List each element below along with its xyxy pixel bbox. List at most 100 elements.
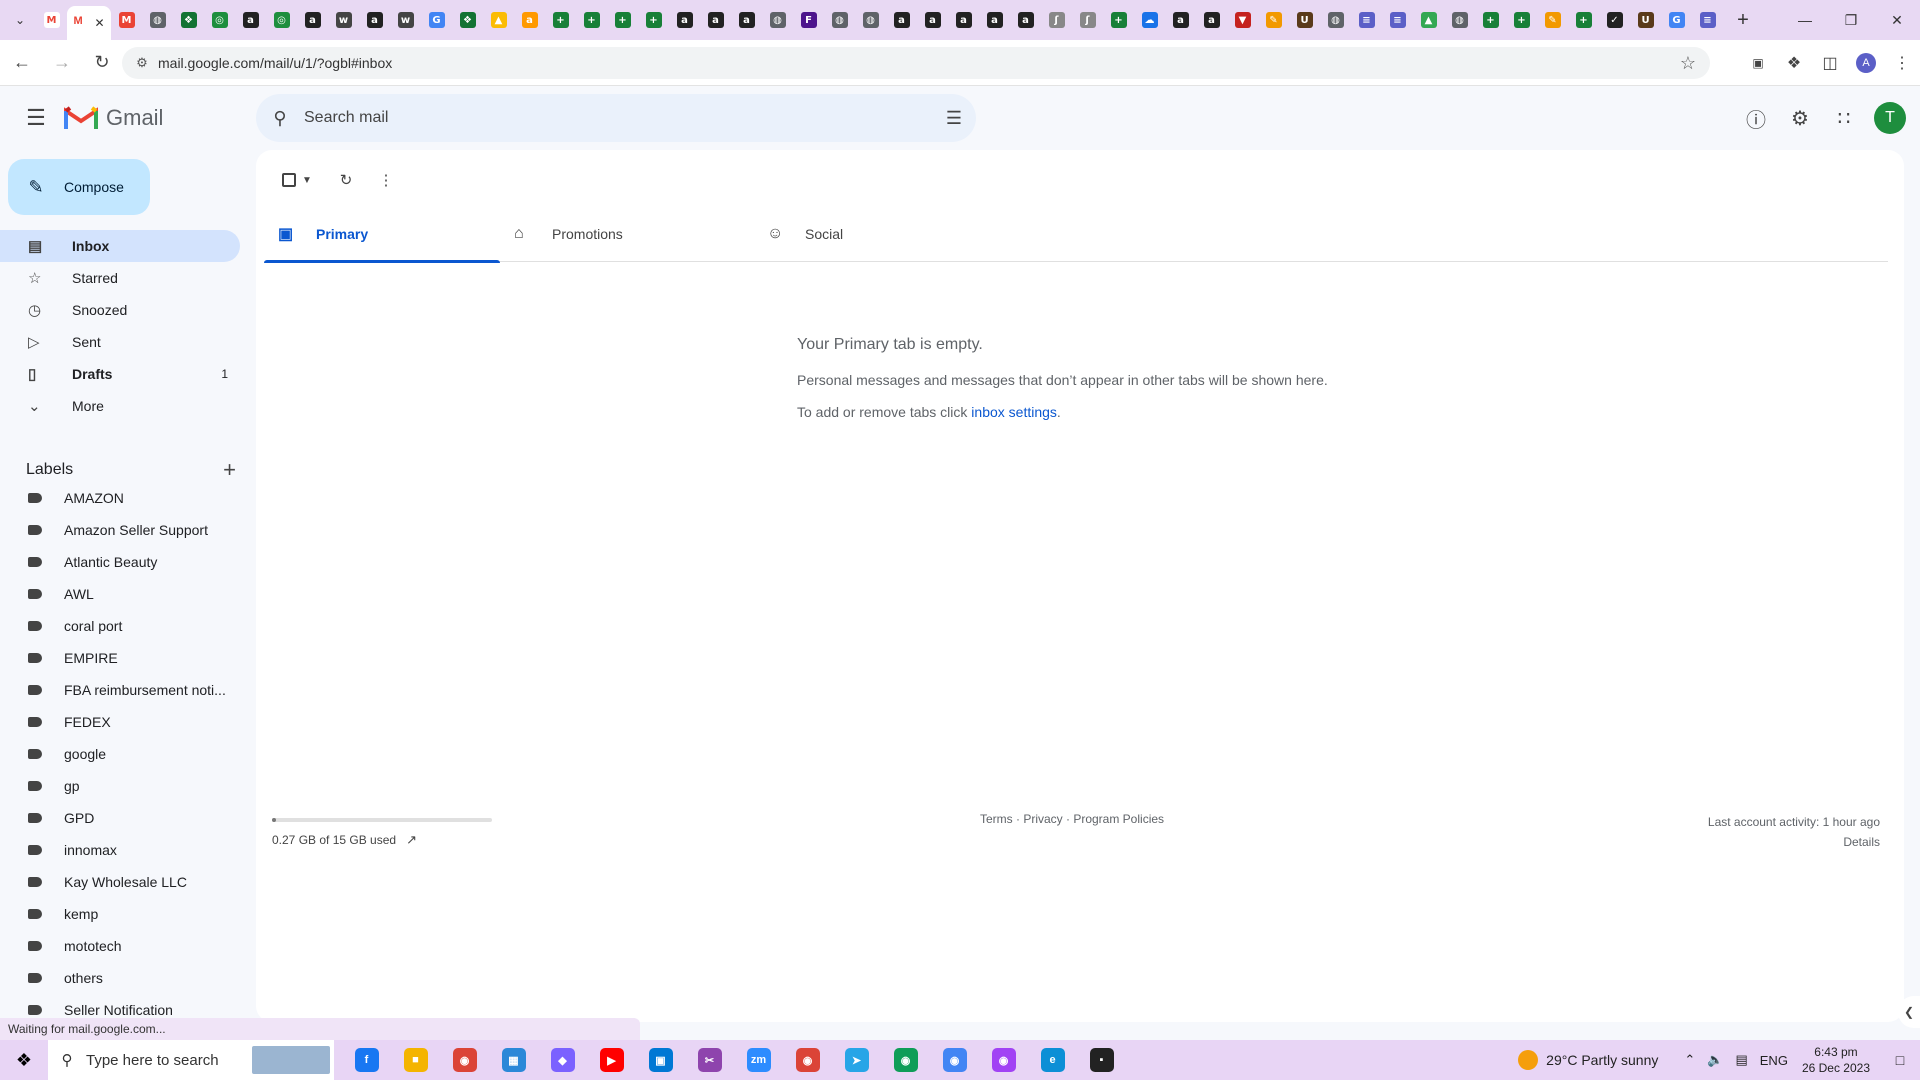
help-icon[interactable]: ⓘ xyxy=(1734,94,1778,142)
browser-tab[interactable]: ◍ xyxy=(855,6,886,34)
browser-tab[interactable]: ≡ xyxy=(1382,6,1413,34)
address-bar[interactable]: ⚙ mail.google.com/mail/u/1/?ogbl#inbox ☆ xyxy=(122,47,1710,79)
clock[interactable]: 6:43 pm 26 Dec 2023 xyxy=(1802,1044,1870,1076)
browser-tab[interactable]: ≡ xyxy=(1351,6,1382,34)
search-options-icon[interactable]: ☰ xyxy=(946,108,962,129)
browser-tab[interactable]: ◍ xyxy=(1320,6,1351,34)
label-item[interactable]: mototech xyxy=(0,930,256,962)
label-item[interactable]: innomax xyxy=(0,834,256,866)
browser-tab[interactable]: a xyxy=(1010,6,1041,34)
search-icon[interactable]: ⚲ xyxy=(256,108,304,129)
browser-tab[interactable]: ❖ xyxy=(173,6,204,34)
bookmark-star-icon[interactable]: ☆ xyxy=(1680,53,1696,74)
reload-icon[interactable]: ↻ xyxy=(84,45,120,81)
search-input[interactable]: Search mail xyxy=(304,109,388,127)
browser-tab[interactable]: U xyxy=(1630,6,1661,34)
weather-widget[interactable]: 29°C Partly sunny xyxy=(1518,1050,1658,1070)
taskbar-app[interactable]: ▪ xyxy=(1077,1040,1126,1080)
browser-tab[interactable]: a xyxy=(669,6,700,34)
taskbar-app[interactable]: ▶ xyxy=(587,1040,636,1080)
offer-extension-icon[interactable]: ▣ xyxy=(1740,45,1776,81)
sidebar-item-inbox[interactable]: ▤ Inbox xyxy=(0,230,240,262)
browser-tab[interactable]: a xyxy=(886,6,917,34)
restore-icon[interactable]: ❐ xyxy=(1828,0,1874,40)
taskbar-app[interactable]: ◆ xyxy=(538,1040,587,1080)
compose-button[interactable]: ✎ Compose xyxy=(8,159,150,215)
label-item[interactable]: others xyxy=(0,962,256,994)
browser-tab[interactable]: G xyxy=(1661,6,1692,34)
browser-tab[interactable]: + xyxy=(1568,6,1599,34)
browser-tab[interactable]: ◎ xyxy=(204,6,235,34)
tab-gmail-active[interactable]: M ✕ xyxy=(67,6,111,40)
browser-tab[interactable]: ʃ xyxy=(1041,6,1072,34)
taskbar-search[interactable]: ⚲ Type here to search xyxy=(48,1040,334,1080)
taskbar-app[interactable]: ✂ xyxy=(685,1040,734,1080)
sidebar-item-more[interactable]: ⌄ More xyxy=(0,390,240,422)
browser-tab[interactable]: M xyxy=(111,6,142,34)
select-all-checkbox[interactable] xyxy=(282,173,296,187)
browser-tab[interactable]: ▼ xyxy=(1227,6,1258,34)
browser-tab[interactable]: + xyxy=(1475,6,1506,34)
browser-tab[interactable]: ≡ xyxy=(1692,6,1723,34)
browser-tab[interactable]: ❖ xyxy=(452,6,483,34)
label-item[interactable]: Amazon Seller Support xyxy=(0,514,256,546)
back-icon[interactable]: ← xyxy=(4,45,40,81)
browser-tab[interactable]: w xyxy=(390,6,421,34)
browser-tab[interactable]: ▲ xyxy=(1413,6,1444,34)
label-item[interactable]: coral port xyxy=(0,610,256,642)
browser-tab[interactable]: + xyxy=(638,6,669,34)
select-dropdown-icon[interactable]: ▼ xyxy=(296,160,318,200)
browser-tab[interactable]: a xyxy=(359,6,390,34)
browser-tab[interactable]: a xyxy=(948,6,979,34)
browser-tab[interactable]: F xyxy=(793,6,824,34)
profile-avatar[interactable]: A xyxy=(1856,53,1876,73)
tab-promotions[interactable]: ⌂ Promotions xyxy=(500,206,753,262)
more-options-icon[interactable]: ⋮ xyxy=(366,160,406,200)
sidebar-item-sent[interactable]: ▷ Sent xyxy=(0,326,240,358)
browser-tab[interactable]: + xyxy=(607,6,638,34)
browser-tab[interactable]: a xyxy=(1165,6,1196,34)
language-indicator[interactable]: ENG xyxy=(1760,1053,1788,1068)
label-item[interactable]: kemp xyxy=(0,898,256,930)
taskbar-app[interactable]: ◉ xyxy=(979,1040,1028,1080)
windows-start-icon[interactable]: ❖ xyxy=(0,1040,48,1080)
browser-tab[interactable]: ◎ xyxy=(266,6,297,34)
apps-grid-icon[interactable]: ∷ xyxy=(1822,94,1866,142)
taskbar-app[interactable]: ▦ xyxy=(489,1040,538,1080)
taskbar-app[interactable]: ■ xyxy=(391,1040,440,1080)
browser-tab[interactable]: a xyxy=(917,6,948,34)
browser-tab[interactable]: + xyxy=(576,6,607,34)
label-item[interactable]: gp xyxy=(0,770,256,802)
browser-tab[interactable]: ʃ xyxy=(1072,6,1103,34)
browser-tab[interactable]: a xyxy=(297,6,328,34)
network-icon[interactable]: ▤ xyxy=(1735,1052,1747,1068)
browser-tab[interactable]: a xyxy=(979,6,1010,34)
account-avatar[interactable]: T xyxy=(1874,102,1906,134)
label-item[interactable]: Atlantic Beauty xyxy=(0,546,256,578)
tab-search-icon[interactable]: ⌄ xyxy=(8,8,32,32)
taskbar-app[interactable]: ◉ xyxy=(881,1040,930,1080)
browser-tab[interactable]: G xyxy=(421,6,452,34)
browser-tab[interactable]: a xyxy=(1196,6,1227,34)
show-hidden-icons-icon[interactable]: ⌃ xyxy=(1684,1052,1695,1068)
minimize-icon[interactable]: — xyxy=(1782,0,1828,40)
browser-tab[interactable]: ✎ xyxy=(1258,6,1289,34)
search-bar[interactable]: ⚲ Search mail ☰ xyxy=(256,94,976,142)
tab-primary[interactable]: ▣ Primary xyxy=(264,206,500,263)
new-tab-button[interactable]: + xyxy=(1729,6,1757,34)
taskbar-app[interactable]: ➤ xyxy=(832,1040,881,1080)
label-item[interactable]: FEDEX xyxy=(0,706,256,738)
browser-tab[interactable]: ☁ xyxy=(1134,6,1165,34)
sidebar-item-starred[interactable]: ☆ Starred xyxy=(0,262,240,294)
tab-social[interactable]: ☺ Social xyxy=(753,206,989,262)
label-item[interactable]: google xyxy=(0,738,256,770)
taskbar-app[interactable]: ◉ xyxy=(783,1040,832,1080)
notifications-icon[interactable]: □ xyxy=(1880,1052,1920,1068)
taskbar-app[interactable]: ▣ xyxy=(636,1040,685,1080)
gmail-logo[interactable]: Gmail xyxy=(64,105,163,131)
label-item[interactable]: Kay Wholesale LLC xyxy=(0,866,256,898)
browser-tab[interactable]: ▲ xyxy=(483,6,514,34)
browser-tab[interactable]: ◍ xyxy=(762,6,793,34)
settings-gear-icon[interactable]: ⚙ xyxy=(1778,94,1822,142)
url-text[interactable]: mail.google.com/mail/u/1/?ogbl#inbox xyxy=(158,55,392,71)
